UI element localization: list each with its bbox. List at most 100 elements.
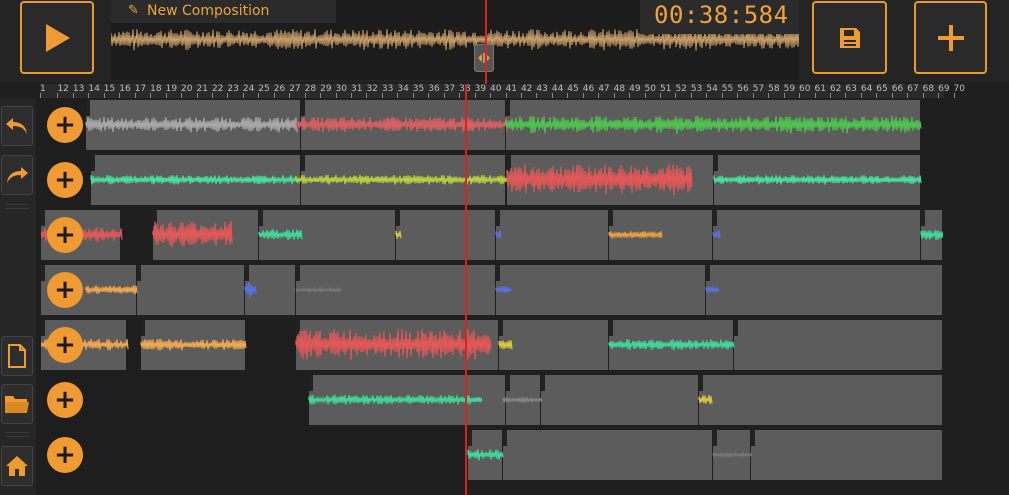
ruler-tick-label: 43 [536,84,548,94]
ruler-tick-label: 33 [381,84,394,94]
ruler-tick [134,93,136,98]
waveform-path [395,230,402,239]
composition-title[interactable]: New Composition [147,3,269,19]
ruler-tick [40,93,41,98]
waveform-path [152,221,233,248]
ruler-tick [536,93,538,98]
track-lane[interactable] [41,374,943,426]
add-clip-button[interactable]: + [47,327,83,363]
ruler-tick [860,93,862,98]
ruler-tick [490,93,492,98]
pencil-icon[interactable]: ✎ [128,3,139,18]
add-clip-button[interactable]: + [47,437,83,473]
ruler-tick-label: 63 [845,84,857,94]
folder-icon [5,396,29,413]
composition-overview[interactable]: ✎ New Composition 00:38:584 [111,0,799,80]
waveform-path [140,338,247,351]
waveform-path [295,329,492,361]
waveform-path [608,339,735,351]
ruler-tick [289,93,291,98]
waveform-path [505,115,922,134]
ruler-tick [768,93,770,98]
ruler-tick-label: 39 [474,84,487,94]
home-button[interactable] [1,446,33,486]
track-waveform [85,282,720,298]
waveform-path [705,285,720,294]
ruler-tick-label: 17 [134,84,147,94]
track-waveform [41,221,943,248]
ruler-tick-label: 34 [397,84,409,94]
undo-button[interactable] [1,106,33,146]
add-clip-button[interactable]: + [47,272,83,308]
ruler-tick [227,93,229,98]
track-lane[interactable] [41,209,943,261]
waveform-path [506,163,693,196]
redo-button[interactable] [1,155,33,195]
new-file-button[interactable] [1,336,33,376]
ruler-tick [119,93,121,98]
scroll-handle[interactable] [474,44,494,72]
open-folder-button[interactable] [1,384,33,424]
add-clip-button[interactable]: + [47,162,83,198]
waveform-path [495,230,502,239]
track-lane[interactable] [41,154,943,206]
ruler-tick [891,93,893,98]
ruler-tick-label: 25 [258,84,270,94]
ruler-tick [598,93,600,98]
ruler-tick-label: 67 [907,84,919,94]
play-icon [46,23,70,52]
ruler-tick [381,93,383,98]
track-waveform [467,449,753,461]
ruler-tick-label: 32 [366,84,378,94]
ruler-tick-label: 35 [412,84,425,94]
ruler-tick [814,93,816,98]
plus-icon [937,24,964,51]
track-waveform [308,394,713,405]
track-lane[interactable] [41,264,943,316]
ruler-tick-label: 30 [335,84,347,94]
ruler-tick [829,93,831,98]
track-lane[interactable] [41,319,943,371]
playhead[interactable] [465,84,467,495]
track-lane[interactable] [41,429,943,481]
play-button[interactable] [20,1,94,74]
timeline-ruler[interactable]: 1 12 13 14 15 16 17 18 19 20 21 22 23 24 25 26 27 28 29 30 3… [40,84,965,98]
waveform-path [608,230,663,240]
ruler-tick [953,93,955,98]
ruler-tick [150,93,152,98]
ruler-tick [520,93,522,98]
ruler-tick [165,93,167,98]
ruler-tick [938,93,940,98]
ruler-tick-label: 56 [737,84,749,94]
track-lane[interactable] [41,99,943,151]
ruler-tick [196,93,198,98]
add-track-button[interactable] [914,1,987,74]
ruler-tick [211,93,213,98]
ruler-tick [57,93,59,98]
add-clip-button[interactable]: + [47,107,83,143]
add-clip-button[interactable]: + [47,217,83,253]
ruler-tick [721,93,723,98]
waveform-path [308,394,483,405]
ruler-tick [551,93,553,98]
add-clip-button[interactable]: + [47,382,83,418]
ruler-tick [335,93,337,98]
ruler-tick-label: 57 [752,84,765,94]
ruler-tick-label: 49 [629,84,641,94]
ruler-tick-label: 53 [690,84,703,94]
ruler-tick [397,93,399,98]
toolbar-separator [5,208,29,209]
ruler-tick [304,93,306,98]
ruler-tick-label: 36 [428,84,440,94]
ruler-tick [922,93,924,98]
waveform-path [467,449,504,461]
ruler-tick [273,93,275,98]
ruler-tick [412,93,414,98]
track-waveform [90,163,922,196]
waveform-path [295,174,508,185]
ruler-tick [737,93,739,98]
ruler-tick [706,93,708,98]
save-button[interactable] [812,1,887,74]
ruler-tick-label: 51 [660,84,672,94]
ruler-tick-label: 65 [876,84,888,94]
